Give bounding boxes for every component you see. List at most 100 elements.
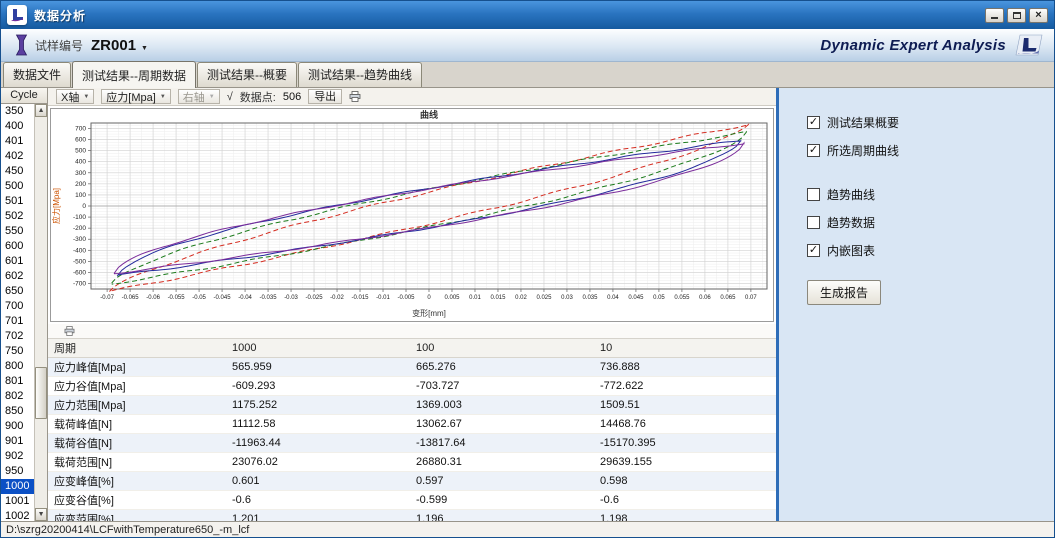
row-value: -772.622 [594, 377, 776, 396]
content-area: Cycle 3504004014024505005015025506006016… [1, 88, 1054, 521]
cycle-list-item[interactable]: 1002 [1, 509, 34, 521]
report-option-2[interactable]: 趋势曲线 [807, 186, 1054, 203]
svg-text:0.06: 0.06 [699, 295, 711, 301]
cycle-list-item[interactable]: 700 [1, 299, 34, 314]
cycle-list-item[interactable]: 350 [1, 104, 34, 119]
svg-text:0.01: 0.01 [469, 295, 481, 301]
svg-text:-0.03: -0.03 [284, 295, 298, 301]
close-icon: × [1035, 10, 1041, 21]
scrollbar-thumb[interactable] [35, 367, 47, 419]
checkbox-icon[interactable]: ✓ [807, 144, 820, 157]
tab-1[interactable]: 测试结果--周期数据 [72, 61, 196, 88]
cycle-list-header: Cycle [1, 88, 47, 104]
tab-2[interactable]: 测试结果--概要 [197, 62, 297, 87]
row-value: 23076.02 [226, 453, 410, 472]
brand-title: Dynamic Expert Analysis [820, 37, 1006, 54]
cycle-list-item[interactable]: 1000 [1, 479, 34, 494]
cycle-list-item[interactable]: 650 [1, 284, 34, 299]
svg-text:-0.025: -0.025 [306, 295, 324, 301]
scroll-down-icon[interactable]: ▼ [35, 508, 47, 521]
report-option-3[interactable]: 趋势数据 [807, 214, 1054, 231]
cycle-list-item[interactable]: 850 [1, 404, 34, 419]
cycle-list-item[interactable]: 500 [1, 179, 34, 194]
cycle-list-item[interactable]: 900 [1, 419, 34, 434]
svg-text:-0.055: -0.055 [168, 295, 186, 301]
row-value: 565.959 [226, 358, 410, 377]
tab-3[interactable]: 测试结果--趋势曲线 [298, 62, 422, 87]
cycle-list-item[interactable]: 602 [1, 269, 34, 284]
right-axis-dropdown[interactable]: 右轴 ▼ [178, 89, 220, 104]
svg-text:-0.065: -0.065 [122, 295, 140, 301]
svg-text:-400: -400 [73, 247, 86, 254]
cycle-list-item[interactable]: 702 [1, 329, 34, 344]
cycle-list-item[interactable]: 600 [1, 239, 34, 254]
report-option-1[interactable]: ✓所选周期曲线 [807, 142, 1054, 159]
cycle-list-item[interactable]: 902 [1, 449, 34, 464]
row-value: 1509.51 [594, 396, 776, 415]
cycle-list-item[interactable]: 450 [1, 164, 34, 179]
cycle-list-item[interactable]: 1001 [1, 494, 34, 509]
cycle-list-item[interactable]: 402 [1, 149, 34, 164]
svg-text:0.015: 0.015 [490, 295, 506, 301]
cycle-scrollbar[interactable]: ▲ ▼ [34, 104, 47, 521]
chevron-down-icon: ▼ [160, 94, 166, 100]
row-value: 26880.31 [410, 453, 594, 472]
chevron-down-icon: ▼ [209, 94, 215, 100]
cycle-list-item[interactable]: 950 [1, 464, 34, 479]
svg-text:-0.05: -0.05 [192, 295, 206, 301]
cycle-list-item[interactable]: 901 [1, 434, 34, 449]
scroll-up-icon[interactable]: ▲ [35, 104, 47, 117]
x-axis-dropdown[interactable]: X轴 ▼ [56, 89, 94, 104]
cycle-list-item[interactable]: 802 [1, 389, 34, 404]
cycle-list-item[interactable]: 550 [1, 224, 34, 239]
sample-number-value: ZR001 [91, 37, 136, 54]
cycle-list-item[interactable]: 801 [1, 374, 34, 389]
printer-icon[interactable] [349, 91, 361, 102]
apply-check-icon[interactable]: √ [227, 91, 233, 103]
results-column-header: 100 [410, 339, 594, 358]
report-panel: ✓测试结果概要 ✓所选周期曲线趋势曲线趋势数据 ✓内嵌图表 生成报告 [776, 88, 1054, 521]
checkbox-icon[interactable]: ✓ [807, 116, 820, 129]
generate-report-button[interactable]: 生成报告 [807, 280, 881, 305]
results-row: 应力峰值[Mpa]565.959665.276736.888 [48, 358, 776, 377]
cycle-list-item[interactable]: 400 [1, 119, 34, 134]
tab-0[interactable]: 数据文件 [3, 62, 71, 87]
minimize-button[interactable] [985, 8, 1004, 23]
close-button[interactable]: × [1029, 8, 1048, 23]
row-value: 11112.58 [226, 415, 410, 434]
row-value: -11963.44 [226, 434, 410, 453]
cycle-list-item[interactable]: 701 [1, 314, 34, 329]
cycle-list-item[interactable]: 601 [1, 254, 34, 269]
row-label: 应力谷值[Mpa] [48, 377, 226, 396]
row-label: 应力峰值[Mpa] [48, 358, 226, 377]
cycle-list-item[interactable]: 502 [1, 209, 34, 224]
cycle-list-item[interactable]: 800 [1, 359, 34, 374]
y-channel-dropdown[interactable]: 应力[Mpa] ▼ [101, 89, 170, 104]
row-value: -0.599 [410, 491, 594, 510]
export-button[interactable]: 导出 [308, 89, 342, 104]
app-window: 数据分析 × 试样编号 ZR001 ▼ Dynamic Expert Analy… [0, 0, 1055, 538]
svg-text:400: 400 [75, 159, 86, 166]
maximize-button[interactable] [1007, 8, 1026, 23]
report-option-4[interactable]: ✓内嵌图表 [807, 242, 1054, 259]
maximize-icon [1013, 12, 1021, 19]
table-export-icon[interactable] [64, 326, 75, 336]
checkbox-icon[interactable]: ✓ [807, 244, 820, 257]
results-table-head: 周期100010010 [48, 339, 776, 358]
checkbox-icon[interactable] [807, 188, 820, 201]
results-row: 应变峰值[%]0.6010.5970.598 [48, 472, 776, 491]
cycle-list-item[interactable]: 401 [1, 134, 34, 149]
data-points-label: 数据点: [240, 89, 276, 105]
sample-number-dropdown[interactable]: ZR001 ▼ [91, 37, 148, 54]
svg-text:-0.005: -0.005 [397, 295, 415, 301]
svg-text:-100: -100 [73, 214, 86, 221]
svg-text:-0.035: -0.035 [260, 295, 278, 301]
cycle-list-item[interactable]: 501 [1, 194, 34, 209]
svg-text:0.055: 0.055 [674, 295, 690, 301]
svg-text:曲线: 曲线 [420, 109, 438, 120]
cycle-list-item[interactable]: 750 [1, 344, 34, 359]
row-value: -15170.395 [594, 434, 776, 453]
checkbox-icon[interactable] [807, 216, 820, 229]
svg-text:0: 0 [427, 295, 431, 301]
report-option-0[interactable]: ✓测试结果概要 [807, 114, 1054, 131]
